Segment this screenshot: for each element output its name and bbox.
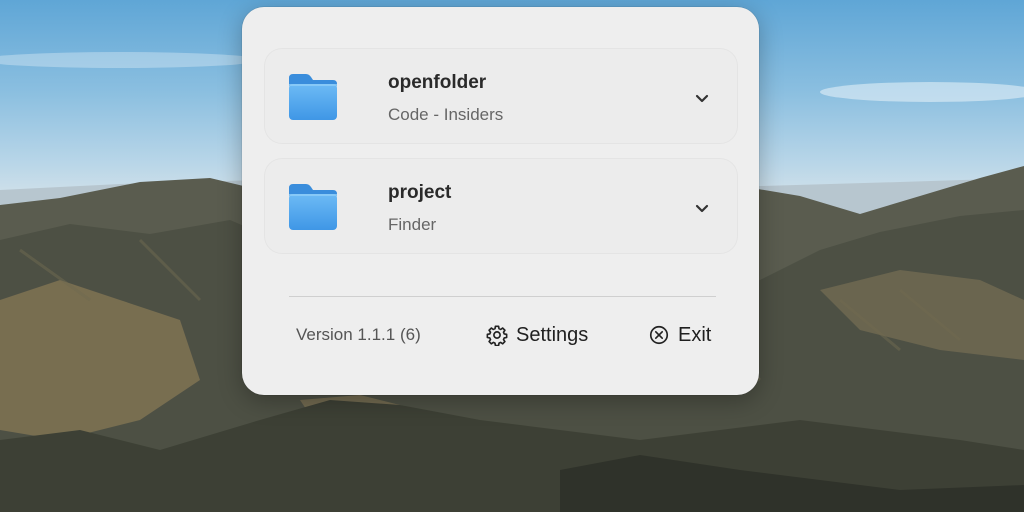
settings-button[interactable]: Settings (476, 315, 598, 355)
list-item-project[interactable]: project Finder (264, 158, 738, 254)
folder-icon (289, 184, 337, 230)
popover-panel: openfolder Code - Insiders project Finde… (242, 7, 759, 395)
exit-button[interactable]: Exit (638, 315, 721, 355)
item-title: openfolder (388, 72, 487, 93)
list-item-openfolder[interactable]: openfolder Code - Insiders (264, 48, 738, 144)
item-app-name: Finder (388, 215, 437, 234)
item-title: project (388, 182, 452, 203)
gear-icon (486, 325, 508, 346)
version-label: Version 1.1.1 (6) (296, 325, 421, 344)
divider (289, 296, 716, 297)
exit-label: Exit (678, 323, 712, 346)
close-circle-icon (649, 325, 669, 345)
chevron-down-icon[interactable] (694, 93, 710, 105)
folder-icon (289, 74, 337, 120)
item-app-name: Code - Insiders (388, 105, 504, 124)
settings-label: Settings (516, 323, 589, 346)
chevron-down-icon[interactable] (694, 203, 710, 215)
